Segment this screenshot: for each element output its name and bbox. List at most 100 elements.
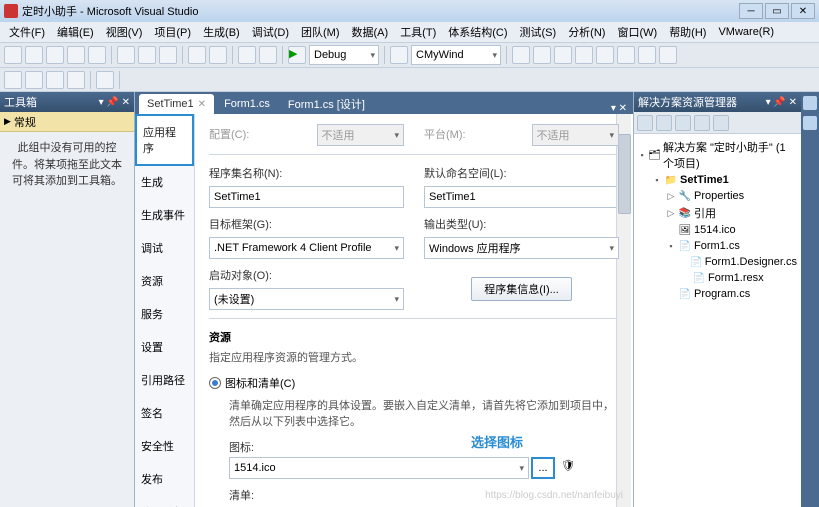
- scrollbar-thumb[interactable]: [618, 134, 631, 214]
- tree-item[interactable]: 📄Form1.resx: [638, 270, 797, 286]
- icon-manifest-radio[interactable]: 图标和清单(C): [209, 375, 619, 391]
- browse-icon-button[interactable]: ...: [531, 457, 555, 479]
- prop-nav-item[interactable]: 引用路径: [135, 364, 194, 397]
- prop-nav-item[interactable]: 资源: [135, 265, 194, 298]
- menu-item[interactable]: 团队(M): [296, 22, 345, 42]
- prop-nav-item[interactable]: 服务: [135, 298, 194, 331]
- view-designer-icon[interactable]: [713, 115, 729, 131]
- cut-icon[interactable]: [117, 46, 135, 64]
- tool-icon[interactable]: [533, 46, 551, 64]
- tab-dropdown-icon[interactable]: ▾ ✕: [605, 103, 633, 114]
- tree-item[interactable]: 📄Program.cs: [638, 286, 797, 302]
- prop-nav-item[interactable]: 签名: [135, 397, 194, 430]
- separator: [282, 46, 283, 64]
- namespace-input[interactable]: [424, 186, 619, 208]
- undo-icon[interactable]: [188, 46, 206, 64]
- tool-icon[interactable]: [596, 46, 614, 64]
- tool-icon[interactable]: [67, 71, 85, 89]
- solution-root[interactable]: ▪🗂 解决方案 "定时小助手" (1 个项目): [638, 138, 797, 172]
- solution-root-label: 解决方案 "定时小助手" (1 个项目): [663, 139, 797, 171]
- tool-icon[interactable]: [638, 46, 656, 64]
- collapsed-panels: [801, 92, 819, 507]
- assembly-info-button[interactable]: 程序集信息(I)...: [471, 277, 572, 301]
- toolbox-group[interactable]: ▶ 常规: [0, 112, 134, 132]
- tool-icon[interactable]: [4, 71, 22, 89]
- new-project-icon[interactable]: [4, 46, 22, 64]
- menu-item[interactable]: 测试(S): [515, 22, 562, 42]
- nav-fwd-icon[interactable]: [259, 46, 277, 64]
- menu-item[interactable]: 工具(T): [395, 22, 441, 42]
- collapsed-panel-icon[interactable]: [803, 96, 817, 110]
- document-tab[interactable]: Form1.cs [设计]: [280, 94, 373, 114]
- tool-icon[interactable]: [512, 46, 530, 64]
- pin-icon[interactable]: ▾ 📌 ✕: [99, 97, 130, 108]
- assembly-name-input[interactable]: [209, 186, 404, 208]
- tool-icon[interactable]: [25, 71, 43, 89]
- menu-item[interactable]: 生成(B): [198, 22, 245, 42]
- radio-icon: [209, 377, 221, 389]
- framework-select[interactable]: .NET Framework 4 Client Profile: [209, 237, 404, 259]
- view-code-icon[interactable]: [694, 115, 710, 131]
- copy-icon[interactable]: [138, 46, 156, 64]
- menu-item[interactable]: 视图(V): [101, 22, 148, 42]
- tool-icon[interactable]: [554, 46, 572, 64]
- property-nav: 应用程序生成生成事件调试资源服务设置引用路径签名安全性发布代码分析: [135, 114, 195, 507]
- tree-item[interactable]: ▪📁SetTime1: [638, 172, 797, 188]
- prop-nav-item[interactable]: 调试: [135, 232, 194, 265]
- open-icon[interactable]: [46, 46, 64, 64]
- tool-icon[interactable]: [575, 46, 593, 64]
- prop-nav-item[interactable]: 发布: [135, 463, 194, 496]
- startup-select[interactable]: (未设置): [209, 288, 404, 310]
- menu-item[interactable]: 分析(N): [563, 22, 610, 42]
- platform-dropdown[interactable]: CMyWind: [411, 45, 501, 65]
- menu-item[interactable]: 文件(F): [4, 22, 50, 42]
- tree-item[interactable]: ▷📚引用: [638, 204, 797, 222]
- menu-item[interactable]: 体系结构(C): [443, 22, 512, 42]
- properties-icon[interactable]: [637, 115, 653, 131]
- prop-nav-item[interactable]: 代码分析: [135, 496, 194, 507]
- tree-item[interactable]: 📄Form1.Designer.cs: [638, 254, 797, 270]
- save-all-icon[interactable]: [88, 46, 106, 64]
- icon-select[interactable]: 1514.ico: [229, 457, 529, 479]
- config-dropdown[interactable]: Debug: [309, 45, 379, 65]
- tool-icon[interactable]: [46, 71, 64, 89]
- tree-item[interactable]: 🖼1514.ico: [638, 222, 797, 238]
- menu-item[interactable]: 项目(P): [149, 22, 196, 42]
- tree-item[interactable]: ▪📄Form1.cs: [638, 238, 797, 254]
- prop-nav-item[interactable]: 设置: [135, 331, 194, 364]
- paste-icon[interactable]: [159, 46, 177, 64]
- refresh-icon[interactable]: [675, 115, 691, 131]
- solution-toolbar: [634, 112, 801, 134]
- find-icon[interactable]: [390, 46, 408, 64]
- document-tab[interactable]: Form1.cs: [216, 94, 278, 114]
- menu-item[interactable]: 数据(A): [347, 22, 394, 42]
- menu-item[interactable]: VMware(R): [713, 24, 779, 40]
- minimize-button[interactable]: ─: [739, 3, 763, 19]
- tool-icon[interactable]: [659, 46, 677, 64]
- prop-nav-item[interactable]: 生成: [135, 166, 194, 199]
- tool-icon[interactable]: [617, 46, 635, 64]
- start-debug-icon[interactable]: ▶: [288, 46, 306, 64]
- close-button[interactable]: ✕: [791, 3, 815, 19]
- pin-icon[interactable]: ▾ 📌 ✕: [766, 97, 797, 108]
- collapsed-panel-icon[interactable]: [803, 116, 817, 130]
- menu-item[interactable]: 窗口(W): [612, 22, 662, 42]
- menu-item[interactable]: 调试(D): [247, 22, 294, 42]
- redo-icon[interactable]: [209, 46, 227, 64]
- save-icon[interactable]: [67, 46, 85, 64]
- document-tab[interactable]: SetTime1✕: [139, 94, 214, 114]
- nav-back-icon[interactable]: [238, 46, 256, 64]
- tree-item[interactable]: ▷🔧Properties: [638, 188, 797, 204]
- prop-nav-item[interactable]: 安全性: [135, 430, 194, 463]
- close-tab-icon[interactable]: ✕: [198, 99, 206, 110]
- maximize-button[interactable]: ▭: [765, 3, 789, 19]
- output-type-select[interactable]: Windows 应用程序: [424, 237, 619, 259]
- show-all-icon[interactable]: [656, 115, 672, 131]
- prop-nav-item[interactable]: 生成事件: [135, 199, 194, 232]
- tool-icon[interactable]: [96, 71, 114, 89]
- menu-item[interactable]: 帮助(H): [664, 22, 711, 42]
- config-select: 不适用: [317, 124, 405, 146]
- add-item-icon[interactable]: [25, 46, 43, 64]
- menu-item[interactable]: 编辑(E): [52, 22, 99, 42]
- prop-nav-item[interactable]: 应用程序: [135, 114, 194, 166]
